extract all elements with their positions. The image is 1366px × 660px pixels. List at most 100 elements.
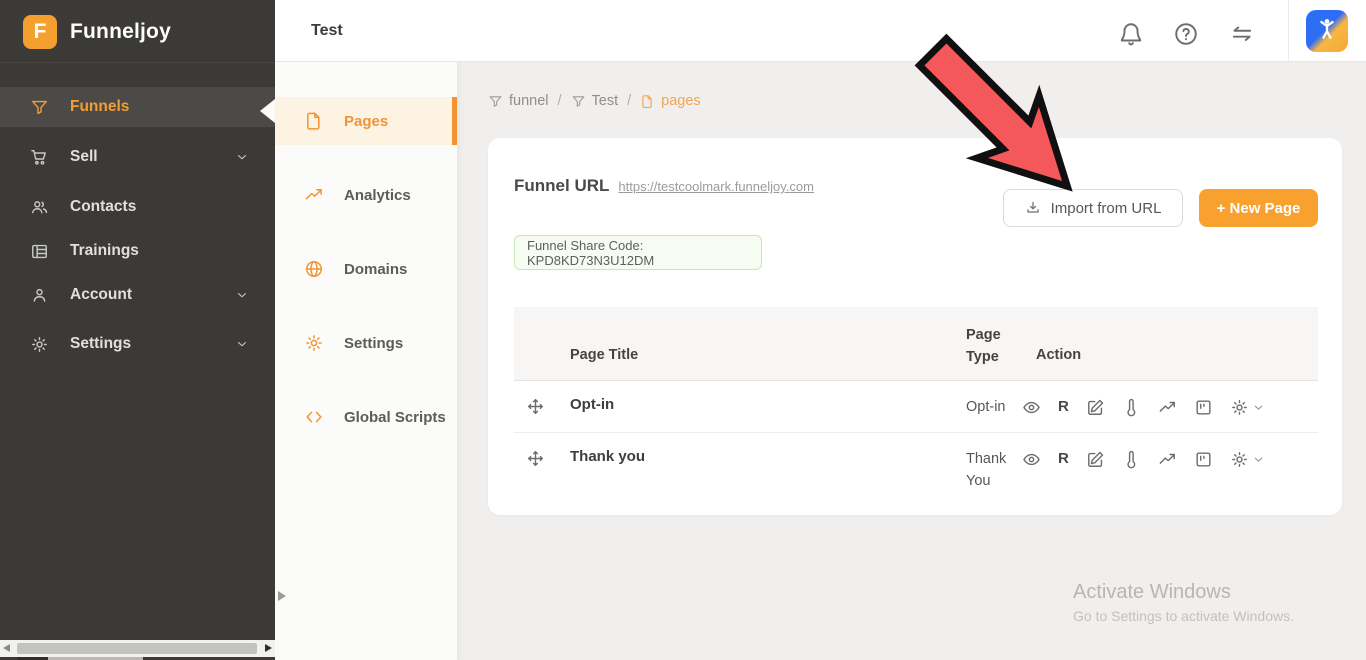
subsidebar-item-label: Global Scripts bbox=[344, 408, 446, 426]
subsidebar-item-settings[interactable]: Settings bbox=[275, 319, 457, 367]
gear-icon bbox=[30, 335, 49, 354]
sidebar-item-label: Trainings bbox=[70, 242, 139, 259]
import-button-label: Import from URL bbox=[1050, 199, 1162, 217]
row-settings-dropdown[interactable] bbox=[1230, 398, 1265, 417]
expand-arrow-icon[interactable] bbox=[278, 591, 286, 601]
sidebar-item-settings[interactable]: Settings bbox=[0, 324, 275, 364]
column-header-page-type: Page Type bbox=[966, 327, 1001, 365]
breadcrumb-label: pages bbox=[661, 93, 701, 109]
chevron-down-icon bbox=[235, 337, 249, 351]
funnel-url-link[interactable]: https://testcoolmark.funneljoy.com bbox=[618, 179, 814, 194]
funnel-icon bbox=[488, 94, 503, 109]
edit-icon[interactable] bbox=[1086, 398, 1105, 417]
trainings-icon bbox=[30, 242, 49, 261]
subsidebar-item-global-scripts[interactable]: Global Scripts bbox=[275, 393, 457, 441]
sidebar-item-label: Settings bbox=[70, 335, 132, 352]
sidebar-horizontal-scrollbar[interactable] bbox=[0, 640, 275, 657]
row-settings-dropdown[interactable] bbox=[1230, 450, 1265, 469]
subsidebar-item-label: Domains bbox=[344, 260, 408, 278]
breadcrumb-separator: / bbox=[627, 93, 632, 109]
secondary-sidebar: Pages Analytics Domains Settings Global … bbox=[275, 62, 457, 660]
eye-icon[interactable] bbox=[1022, 450, 1041, 469]
sidebar-item-account[interactable]: Account bbox=[0, 275, 275, 315]
sidebar-item-trainings[interactable]: Trainings bbox=[0, 231, 275, 271]
download-icon bbox=[1025, 200, 1041, 216]
sidebar-item-label: Account bbox=[70, 286, 132, 303]
help-icon[interactable] bbox=[1173, 21, 1199, 47]
breadcrumb-pages[interactable]: pages bbox=[640, 93, 701, 109]
sidebar-item-contacts[interactable]: Contacts bbox=[0, 187, 275, 227]
breadcrumb-label: Test bbox=[591, 93, 619, 109]
sidebar-item-label: Contacts bbox=[70, 198, 137, 215]
chevron-down-icon bbox=[235, 288, 249, 302]
swap-arrows-icon[interactable] bbox=[1229, 21, 1255, 47]
funnel-icon bbox=[571, 94, 586, 109]
breadcrumb-funnel[interactable]: funnel bbox=[488, 93, 549, 109]
bell-icon[interactable] bbox=[1118, 21, 1144, 47]
logo-icon: F bbox=[23, 15, 57, 49]
contacts-icon bbox=[30, 198, 49, 217]
r-badge[interactable]: R bbox=[1058, 398, 1069, 417]
page-title: Test bbox=[311, 22, 343, 39]
breadcrumb-separator: / bbox=[557, 93, 562, 109]
kanban-icon[interactable] bbox=[1194, 398, 1213, 417]
kanban-icon[interactable] bbox=[1194, 450, 1213, 469]
logo[interactable]: F Funneljoy bbox=[0, 0, 275, 49]
subsidebar-item-pages[interactable]: Pages bbox=[275, 97, 457, 145]
code-icon bbox=[304, 407, 324, 427]
topbar-divider bbox=[1288, 0, 1289, 61]
sidebar-item-label: Funnels bbox=[70, 98, 130, 115]
chevron-down-icon bbox=[235, 150, 249, 164]
globe-icon bbox=[304, 259, 324, 279]
eye-icon[interactable] bbox=[1022, 398, 1041, 417]
sidebar-item-label: Sell bbox=[70, 148, 98, 165]
app-screen: F Funneljoy Funnels Sell Contacts Traini… bbox=[0, 0, 1366, 660]
page-type-cell: Thank You bbox=[966, 451, 1007, 489]
gear-icon bbox=[1230, 398, 1249, 417]
trend-icon bbox=[304, 185, 324, 205]
funnel-share-code-badge: Funnel Share Code: KPD8KD73N3U12DM bbox=[514, 235, 762, 270]
main-content: funnel / Test / pages Funnel URL https:/… bbox=[457, 62, 1366, 660]
drag-handle-icon[interactable] bbox=[526, 449, 545, 468]
column-header-action: Action bbox=[1036, 347, 1082, 363]
sidebar-item-sell[interactable]: Sell bbox=[0, 137, 275, 177]
table-header: Page Title Page Type Action bbox=[514, 307, 1318, 381]
page-type-cell: Opt-in bbox=[966, 399, 1006, 415]
chevron-down-icon bbox=[1252, 401, 1265, 414]
import-from-url-button[interactable]: Import from URL bbox=[1003, 189, 1183, 227]
sidebar-item-funnels[interactable]: Funnels bbox=[0, 87, 275, 127]
browser-extension-avatar[interactable] bbox=[1306, 10, 1348, 52]
app-title: Funneljoy bbox=[70, 20, 171, 43]
drag-handle-icon[interactable] bbox=[526, 397, 545, 416]
stats-icon[interactable] bbox=[1158, 450, 1177, 469]
chevron-down-icon bbox=[1252, 453, 1265, 466]
topbar: Test bbox=[275, 0, 1366, 62]
table-row: Thank you Thank You R bbox=[514, 433, 1318, 510]
watermark-line2: Go to Settings to activate Windows. bbox=[1073, 608, 1294, 624]
cart-icon bbox=[30, 148, 49, 167]
page-title-cell: Thank you bbox=[570, 448, 646, 465]
subsidebar-item-domains[interactable]: Domains bbox=[275, 245, 457, 293]
scroll-left-arrow[interactable] bbox=[3, 644, 10, 652]
thermometer-icon[interactable] bbox=[1122, 450, 1141, 469]
jumping-person-icon bbox=[1320, 19, 1334, 39]
funnel-icon bbox=[30, 98, 49, 117]
sidebar-divider bbox=[0, 62, 275, 63]
stats-icon[interactable] bbox=[1158, 398, 1177, 417]
subsidebar-item-label: Pages bbox=[344, 112, 389, 130]
edit-icon[interactable] bbox=[1086, 450, 1105, 469]
page-title-cell: Opt-in bbox=[570, 396, 615, 413]
thermometer-icon[interactable] bbox=[1122, 398, 1141, 417]
breadcrumb: funnel / Test / pages bbox=[488, 93, 701, 109]
account-icon bbox=[30, 286, 49, 305]
subsidebar-item-label: Settings bbox=[344, 334, 404, 352]
gear-icon bbox=[1230, 450, 1249, 469]
breadcrumb-test[interactable]: Test bbox=[571, 93, 619, 109]
row-actions: R bbox=[1022, 433, 1265, 485]
r-badge[interactable]: R bbox=[1058, 450, 1069, 469]
new-page-button[interactable]: + New Page bbox=[1199, 189, 1318, 227]
scrollbar-thumb[interactable] bbox=[17, 643, 257, 654]
primary-sidebar: F Funneljoy Funnels Sell Contacts Traini… bbox=[0, 0, 275, 660]
subsidebar-item-analytics[interactable]: Analytics bbox=[275, 171, 457, 219]
scroll-right-arrow[interactable] bbox=[265, 644, 272, 652]
